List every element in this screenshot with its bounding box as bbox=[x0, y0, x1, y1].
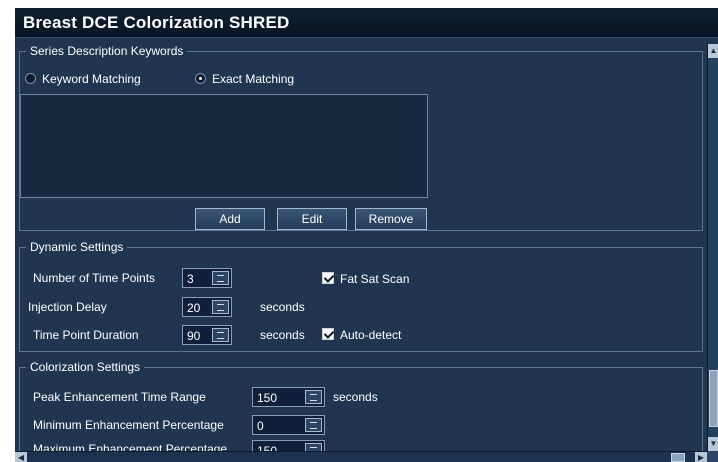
injection-delay-input[interactable]: 20 bbox=[182, 297, 232, 317]
min-pct-value: 0 bbox=[257, 419, 264, 433]
keywords-list[interactable] bbox=[20, 94, 428, 198]
max-pct-label: Maximum Enhancement Percentage bbox=[33, 442, 228, 451]
title-bar: Breast DCE Colorization SHRED bbox=[15, 8, 718, 38]
dialog-window: Breast DCE Colorization SHRED Series Des… bbox=[15, 8, 718, 462]
window-title: Breast DCE Colorization SHRED bbox=[23, 13, 290, 32]
peak-time-value: 150 bbox=[257, 391, 278, 405]
peak-time-input[interactable]: 150 bbox=[252, 387, 325, 407]
auto-detect-checkbox[interactable] bbox=[322, 328, 334, 340]
injection-delay-label: Injection Delay bbox=[28, 300, 107, 314]
min-pct-input[interactable]: 0 bbox=[252, 415, 325, 435]
remove-button[interactable]: Remove bbox=[355, 208, 427, 230]
injection-delay-spinner[interactable] bbox=[212, 300, 229, 314]
time-points-input[interactable]: 3 bbox=[182, 268, 232, 288]
injection-delay-unit: seconds bbox=[260, 300, 305, 314]
max-pct-value: 150 bbox=[257, 444, 278, 451]
peak-time-label: Peak Enhancement Time Range bbox=[33, 390, 206, 404]
exact-matching-radio[interactable] bbox=[195, 73, 206, 84]
injection-delay-value: 20 bbox=[187, 301, 201, 315]
max-pct-input[interactable]: 150 bbox=[252, 440, 325, 451]
min-pct-label: Minimum Enhancement Percentage bbox=[33, 418, 224, 432]
horizontal-scroll-thumb[interactable] bbox=[671, 453, 685, 462]
time-points-spinner[interactable] bbox=[212, 271, 229, 285]
exact-matching-label[interactable]: Exact Matching bbox=[212, 72, 294, 86]
series-keywords-legend: Series Description Keywords bbox=[30, 44, 184, 58]
vertical-scroll-thumb[interactable] bbox=[709, 370, 718, 427]
auto-detect-label[interactable]: Auto-detect bbox=[340, 328, 401, 342]
time-points-value: 3 bbox=[187, 272, 194, 286]
colorization-settings-legend: Colorization Settings bbox=[30, 360, 141, 374]
scroll-left-icon[interactable]: ◀ bbox=[15, 452, 27, 462]
scroll-right-icon[interactable]: ▶ bbox=[695, 452, 707, 462]
time-point-duration-spinner[interactable] bbox=[212, 328, 229, 342]
peak-time-unit: seconds bbox=[333, 390, 378, 404]
colorization-settings-group: Colorization Settings bbox=[19, 360, 703, 451]
scroll-down-icon[interactable]: ▼ bbox=[708, 437, 718, 451]
fat-sat-label[interactable]: Fat Sat Scan bbox=[340, 272, 409, 286]
keyword-matching-label[interactable]: Keyword Matching bbox=[42, 72, 141, 86]
time-point-duration-label: Time Point Duration bbox=[33, 328, 139, 342]
scrollbar-corner bbox=[707, 451, 718, 462]
time-point-duration-unit: seconds bbox=[260, 328, 305, 342]
scroll-up-icon[interactable]: ▲ bbox=[708, 44, 718, 58]
edit-button[interactable]: Edit bbox=[277, 208, 347, 230]
settings-content: Series Description Keywords Keyword Matc… bbox=[15, 38, 707, 451]
max-pct-spinner[interactable] bbox=[305, 443, 322, 451]
min-pct-spinner[interactable] bbox=[305, 418, 322, 432]
time-points-label: Number of Time Points bbox=[33, 271, 156, 285]
add-button[interactable]: Add bbox=[195, 208, 265, 230]
horizontal-scrollbar[interactable]: ◀ ▶ bbox=[15, 451, 707, 462]
time-point-duration-value: 90 bbox=[187, 329, 201, 343]
dynamic-settings-legend: Dynamic Settings bbox=[30, 240, 124, 254]
time-point-duration-input[interactable]: 90 bbox=[182, 325, 232, 345]
keyword-matching-radio[interactable] bbox=[25, 73, 36, 84]
fat-sat-checkbox[interactable] bbox=[322, 272, 334, 284]
vertical-scrollbar[interactable]: ▲ ▼ bbox=[707, 44, 718, 451]
peak-time-spinner[interactable] bbox=[305, 390, 322, 404]
